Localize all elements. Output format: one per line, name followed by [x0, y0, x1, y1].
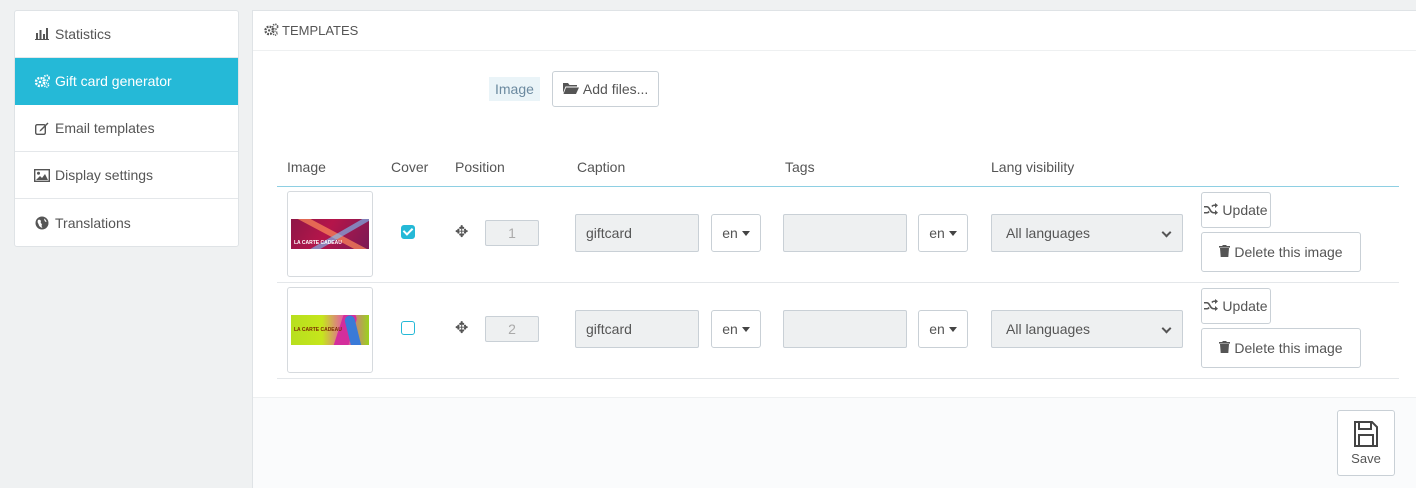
- cover-checkbox[interactable]: [401, 321, 415, 335]
- sidebar-item-label: Display settings: [55, 167, 154, 183]
- sidebar-item-gift-card-generator[interactable]: Gift card generator: [15, 58, 238, 105]
- cover-checkbox[interactable]: [401, 225, 415, 239]
- delete-label: Delete this image: [1234, 244, 1343, 260]
- sidebar: Statistics Gift card generator Email tem…: [14, 10, 239, 247]
- card-text: LA CARTE CADEAU: [294, 327, 342, 333]
- random-icon: [1204, 298, 1219, 314]
- caption-lang-dropdown[interactable]: en: [711, 214, 761, 252]
- delete-image-button[interactable]: Delete this image: [1201, 328, 1361, 368]
- images-table: Image Cover Position Caption Tags Lang v…: [277, 151, 1399, 379]
- move-icon[interactable]: ✥: [455, 318, 468, 338]
- chevron-down-icon: [1161, 227, 1172, 238]
- tags-lang-dropdown[interactable]: en: [918, 310, 968, 348]
- caption-input[interactable]: giftcard: [575, 310, 699, 348]
- picture-icon: [33, 168, 51, 182]
- upload-row: Image Add files...: [489, 71, 660, 107]
- sidebar-item-translations[interactable]: Translations: [15, 199, 238, 246]
- chevron-down-icon: [1161, 323, 1172, 334]
- templates-panel: TEMPLATES Image Add files... Image Cover…: [252, 10, 1416, 488]
- caption-lang-dropdown[interactable]: en: [711, 310, 761, 348]
- panel-title: TEMPLATES: [282, 23, 359, 38]
- select-value: All languages: [1006, 225, 1091, 241]
- caret-down-icon: [948, 326, 957, 332]
- tags-input[interactable]: [783, 310, 907, 348]
- delete-image-button[interactable]: Delete this image: [1201, 232, 1361, 272]
- update-label: Update: [1222, 298, 1268, 314]
- select-value: All languages: [1006, 321, 1091, 337]
- panel-footer: Save: [253, 397, 1416, 488]
- lang-visibility-select[interactable]: All languages: [991, 214, 1183, 252]
- table-row: LA CARTE CADEAU ✥ 2 giftcard en en All l…: [277, 283, 1399, 379]
- update-button[interactable]: Update: [1201, 288, 1271, 324]
- caret-down-icon: [948, 230, 957, 236]
- position-field: 2: [485, 316, 539, 342]
- lang-label: en: [722, 321, 738, 337]
- lang-label: en: [722, 225, 738, 241]
- image-thumbnail[interactable]: LA CARTE CADEAU: [287, 191, 373, 277]
- image-thumbnail[interactable]: LA CARTE CADEAU: [287, 287, 373, 373]
- table-row: LA CARTE CADEAU ✥ 1 giftcard en en All l…: [277, 187, 1399, 283]
- delete-label: Delete this image: [1234, 340, 1343, 356]
- sidebar-item-label: Translations: [55, 214, 131, 231]
- col-tags: Tags: [785, 159, 815, 175]
- cogs-icon: [263, 22, 279, 39]
- add-files-label: Add files...: [582, 81, 649, 97]
- folder-open-icon: [562, 82, 579, 97]
- table-header: Image Cover Position Caption Tags Lang v…: [277, 151, 1399, 187]
- caret-down-icon: [741, 326, 750, 332]
- caption-input[interactable]: giftcard: [575, 214, 699, 252]
- sidebar-item-label: Email templates: [55, 120, 155, 136]
- floppy-disk-icon: [1354, 421, 1378, 447]
- globe-icon: [33, 216, 51, 230]
- gift-card-image: LA CARTE CADEAU: [291, 315, 369, 345]
- sidebar-item-email-templates[interactable]: Email templates: [15, 105, 238, 152]
- col-image: Image: [287, 159, 326, 175]
- tags-input[interactable]: [783, 214, 907, 252]
- col-cover: Cover: [391, 159, 429, 175]
- move-icon[interactable]: ✥: [455, 222, 468, 242]
- trash-icon: [1219, 340, 1231, 356]
- gift-card-image: LA CARTE CADEAU: [291, 219, 369, 249]
- add-files-button[interactable]: Add files...: [551, 71, 660, 107]
- tags-lang-dropdown[interactable]: en: [918, 214, 968, 252]
- sidebar-item-label: Statistics: [55, 26, 112, 42]
- save-label: Save: [1351, 451, 1381, 466]
- lang-label: en: [929, 321, 945, 337]
- col-lang-visibility: Lang visibility: [991, 159, 1075, 175]
- update-label: Update: [1222, 202, 1268, 218]
- bar-chart-icon: [33, 27, 51, 41]
- trash-icon: [1219, 244, 1231, 260]
- sidebar-item-statistics[interactable]: Statistics: [15, 11, 238, 58]
- panel-heading: TEMPLATES: [253, 11, 1416, 51]
- save-button[interactable]: Save: [1337, 410, 1395, 476]
- card-text: LA CARTE CADEAU: [294, 240, 342, 246]
- cogs-icon: [33, 74, 51, 88]
- col-position: Position: [455, 159, 505, 175]
- update-button[interactable]: Update: [1201, 192, 1271, 228]
- image-upload-label: Image: [489, 77, 540, 101]
- sidebar-item-label: Gift card generator: [55, 73, 172, 89]
- col-caption: Caption: [577, 159, 626, 175]
- position-field: 1: [485, 220, 539, 246]
- sidebar-item-display-settings[interactable]: Display settings: [15, 152, 238, 199]
- lang-visibility-select[interactable]: All languages: [991, 310, 1183, 348]
- lang-label: en: [929, 225, 945, 241]
- edit-icon: [33, 121, 51, 135]
- caret-down-icon: [741, 230, 750, 236]
- random-icon: [1204, 202, 1219, 218]
